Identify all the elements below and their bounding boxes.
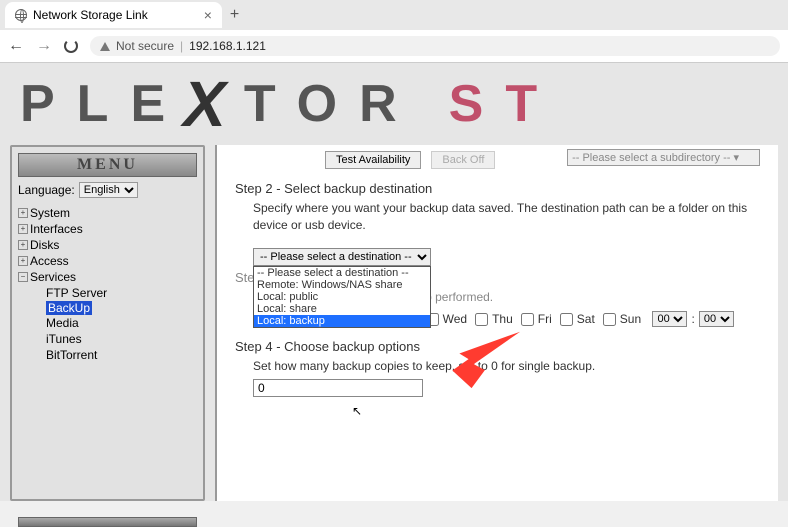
- checkbox-sun[interactable]: [603, 313, 616, 326]
- reload-button[interactable]: [64, 39, 78, 53]
- sidebar-footer-bar: [18, 517, 197, 527]
- brand-tail: ST: [449, 74, 559, 134]
- expand-icon[interactable]: +: [18, 256, 28, 266]
- menu-header: MENU: [18, 153, 197, 177]
- nav-tree: +System +Interfaces +Disks +Access −Serv…: [16, 201, 199, 367]
- back-button[interactable]: ←: [8, 37, 24, 55]
- brand-left: PLE: [20, 74, 187, 134]
- sidebar-item-backup[interactable]: BackUp: [46, 301, 92, 315]
- dest-option[interactable]: Local: public: [254, 291, 430, 303]
- checkbox-sat[interactable]: [560, 313, 573, 326]
- copies-input[interactable]: [253, 379, 423, 397]
- step4-body: Set how many backup copies to keep, set …: [253, 358, 760, 375]
- expand-icon[interactable]: +: [18, 224, 28, 234]
- dest-option[interactable]: -- Please select a destination --: [254, 267, 430, 279]
- not-secure-label: Not secure: [116, 39, 174, 53]
- language-select[interactable]: English: [79, 182, 138, 198]
- brand-banner: PLE X TOR ST: [0, 63, 788, 145]
- expand-icon[interactable]: +: [18, 208, 28, 218]
- forward-button[interactable]: →: [36, 37, 52, 55]
- new-tab-button[interactable]: +: [230, 6, 239, 24]
- checkbox-thu[interactable]: [475, 313, 488, 326]
- destination-select[interactable]: -- Please select a destination --: [253, 248, 431, 266]
- test-availability-button[interactable]: Test Availability: [325, 151, 421, 169]
- sidebar-item-ftp[interactable]: FTP Server: [46, 285, 197, 301]
- collapse-icon[interactable]: −: [18, 272, 28, 282]
- step2-body: Specify where you want your backup data …: [253, 200, 760, 234]
- subdirectory-select[interactable]: -- Please select a subdirectory -- ▾: [567, 149, 760, 166]
- minute-select[interactable]: 00: [699, 311, 734, 327]
- expand-icon[interactable]: +: [18, 240, 28, 250]
- main-panel: -- Please select a subdirectory -- ▾ Tes…: [215, 145, 778, 501]
- sidebar-item-bittorrent[interactable]: BitTorrent: [46, 347, 197, 363]
- checkbox-fri[interactable]: [521, 313, 534, 326]
- sidebar-item-services[interactable]: −Services: [18, 269, 197, 285]
- tab-bar: Network Storage Link × +: [0, 0, 788, 30]
- sidebar-item-disks[interactable]: +Disks: [18, 237, 197, 253]
- url-separator: |: [180, 39, 183, 53]
- language-label: Language:: [18, 183, 75, 197]
- close-tab-icon[interactable]: ×: [204, 7, 212, 23]
- step2-title: Step 2 - Select backup destination: [235, 181, 760, 196]
- brand-x: X: [183, 67, 248, 141]
- destination-dropdown: -- Please select a destination -- Remote…: [253, 266, 431, 328]
- browser-tab[interactable]: Network Storage Link ×: [5, 2, 222, 28]
- sidebar: MENU Language: English +System +Interfac…: [10, 145, 205, 501]
- sidebar-item-media[interactable]: Media: [46, 315, 197, 331]
- sidebar-item-interfaces[interactable]: +Interfaces: [18, 221, 197, 237]
- dest-option-highlighted[interactable]: Local: backup: [254, 315, 430, 327]
- address-bar: ← → Not secure | 192.168.1.121: [0, 30, 788, 62]
- step4-title: Step 4 - Choose backup options: [235, 339, 760, 354]
- sidebar-item-access[interactable]: +Access: [18, 253, 197, 269]
- url-text: 192.168.1.121: [189, 39, 266, 53]
- dest-option[interactable]: Remote: Windows/NAS share: [254, 279, 430, 291]
- sidebar-item-itunes[interactable]: iTunes: [46, 331, 197, 347]
- globe-icon: [15, 9, 27, 21]
- dest-option[interactable]: Local: share: [254, 303, 430, 315]
- url-input[interactable]: Not secure | 192.168.1.121: [90, 36, 780, 56]
- sidebar-item-system[interactable]: +System: [18, 205, 197, 221]
- back-off-button[interactable]: Back Off: [431, 151, 495, 169]
- tab-title: Network Storage Link: [33, 8, 148, 22]
- not-secure-icon: [100, 42, 110, 51]
- hour-select[interactable]: 00: [652, 311, 687, 327]
- brand-right: TOR: [244, 74, 419, 134]
